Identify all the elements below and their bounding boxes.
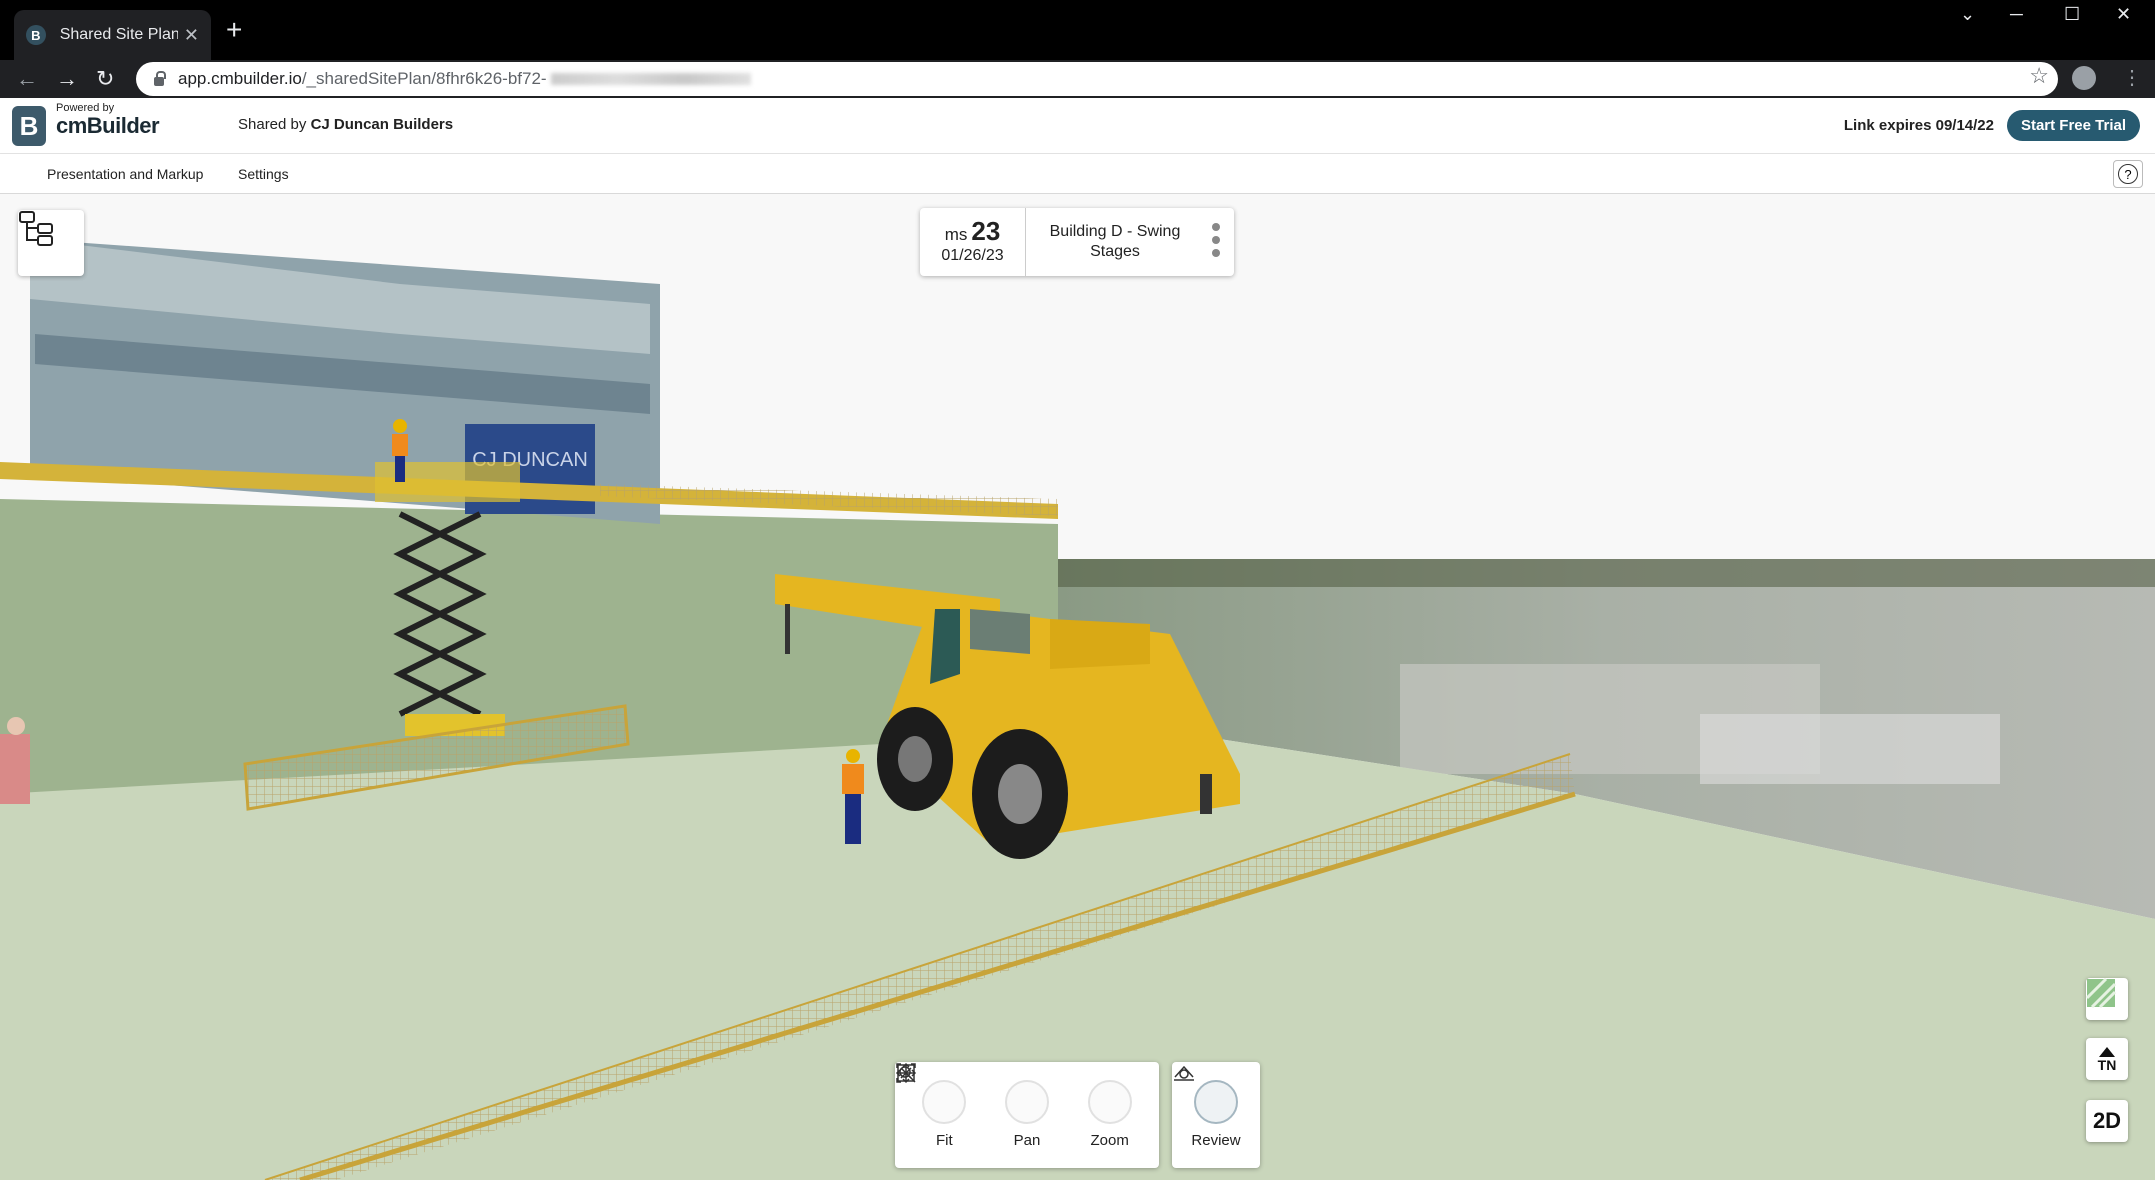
review-label: Review xyxy=(1191,1132,1241,1149)
tab-search-icon[interactable]: ⌄ xyxy=(1960,4,1975,25)
building-roof xyxy=(1700,714,2000,784)
north-arrow-icon: TN xyxy=(2097,1047,2117,1073)
start-free-trial-button[interactable]: Start Free Trial xyxy=(2007,110,2140,141)
zoom-icon xyxy=(896,1063,1132,1124)
view-mode-label: 2D xyxy=(2092,1108,2122,1133)
tree-line xyxy=(1058,559,2155,587)
milestone-number-block: ms 23 01/26/23 xyxy=(920,208,1026,276)
more-options-icon[interactable] xyxy=(1212,223,1220,262)
url-redacted xyxy=(550,73,751,85)
app-header: B Powered by cmBuilder Shared by CJ Dunc… xyxy=(0,98,2155,154)
maximize-icon[interactable]: ☐ xyxy=(2064,4,2080,25)
browser-tab-bar: B Shared Site Plans - ✕ + ⌄ ─ ☐ ✕ xyxy=(0,0,2155,60)
address-bar: ← → ↻ app.cmbuilder.io /_sharedSitePlan/… xyxy=(0,60,2155,98)
crane-hook-line xyxy=(785,604,790,654)
milestone-date: 01/26/23 xyxy=(941,247,1004,264)
browser-menu-icon[interactable]: ⋮ xyxy=(2122,64,2142,92)
pan-icon xyxy=(895,1062,1049,1124)
pan-label: Pan xyxy=(1013,1132,1041,1149)
cmbuilder-logo-icon: B xyxy=(12,106,46,146)
menu-presentation-and-markup[interactable]: Presentation and Markup xyxy=(47,166,203,182)
shared-by-prefix: Shared by xyxy=(238,116,307,133)
review-button[interactable]: Review xyxy=(1172,1062,1260,1168)
minimize-icon[interactable]: ─ xyxy=(2010,4,2023,25)
shared-by-company: CJ Duncan Builders xyxy=(310,116,454,133)
url-host: app.cmbuilder.io xyxy=(178,69,302,88)
browser-tab[interactable]: B Shared Site Plans - ✕ xyxy=(14,10,211,60)
profile-avatar-icon[interactable] xyxy=(2072,66,2096,90)
back-icon[interactable]: ← xyxy=(16,64,38,94)
milestone-card[interactable]: ms 23 01/26/23 Building D - Swing Stages xyxy=(920,208,1234,276)
shared-by: Shared by CJ Duncan Builders xyxy=(238,116,453,133)
url-path: /_sharedSitePlan/8fhr6k26-bf72- xyxy=(301,69,547,88)
milestone-prefix: ms xyxy=(944,225,968,244)
url-input[interactable]: app.cmbuilder.io /_sharedSitePlan/8fhr6k… xyxy=(136,62,2058,96)
review-icon xyxy=(1174,1065,1238,1124)
window-close-icon[interactable]: ✕ xyxy=(2116,4,2131,25)
brand-name: cmBuilder xyxy=(56,113,160,138)
fit-icon xyxy=(897,1064,967,1124)
outline-tree-button[interactable] xyxy=(18,210,84,276)
milestone-number: 23 xyxy=(971,216,1001,246)
link-expiry-label: Link expires 09/14/22 xyxy=(1843,117,1994,134)
close-tab-icon[interactable]: ✕ xyxy=(184,26,199,44)
hierarchy-icon xyxy=(19,211,53,246)
help-button[interactable]: ? xyxy=(2113,160,2143,188)
zoom-button[interactable]: Zoom xyxy=(896,1062,1150,1168)
milestone-title: Building D - Swing Stages xyxy=(1049,223,1181,260)
tab-favicon-icon: B xyxy=(26,25,46,45)
worker-on-lift xyxy=(395,456,405,482)
bookmark-star-icon[interactable]: ☆ xyxy=(2029,63,2049,89)
reload-icon[interactable]: ↻ xyxy=(96,64,114,94)
new-tab-icon[interactable]: + xyxy=(226,14,242,46)
true-north-button[interactable]: TN xyxy=(2086,1038,2128,1080)
lock-icon xyxy=(154,70,166,86)
help-icon: ? xyxy=(2118,164,2138,184)
basemap-toggle-button[interactable] xyxy=(2086,978,2128,1020)
view-mode-2d-button[interactable]: 2D xyxy=(2086,1100,2128,1142)
fit-label: Fit xyxy=(935,1132,953,1149)
worker-near-crane xyxy=(845,794,861,844)
zoom-label: Zoom xyxy=(1090,1132,1129,1149)
app-menu-bar: Presentation and Markup Settings ? xyxy=(0,154,2155,194)
satellite-map-icon xyxy=(2086,978,2116,1008)
menu-settings[interactable]: Settings xyxy=(238,166,289,182)
view-toolbar: Fit Pan Zoom xyxy=(895,1062,1159,1168)
crane-outrigger xyxy=(1200,774,1212,814)
tab-title: Shared Site Plans - xyxy=(59,26,178,43)
site-plan-3d-viewport[interactable]: CJ DUNCAN ms 23 01/26/23 Building D - Sw… xyxy=(0,194,2155,1180)
forward-icon[interactable]: → xyxy=(56,64,78,94)
people-left xyxy=(0,734,30,804)
true-north-label: TN xyxy=(2097,1057,2117,1073)
site-scene-render: CJ DUNCAN xyxy=(0,194,2155,1180)
pan-button[interactable]: Pan xyxy=(895,1062,1067,1168)
